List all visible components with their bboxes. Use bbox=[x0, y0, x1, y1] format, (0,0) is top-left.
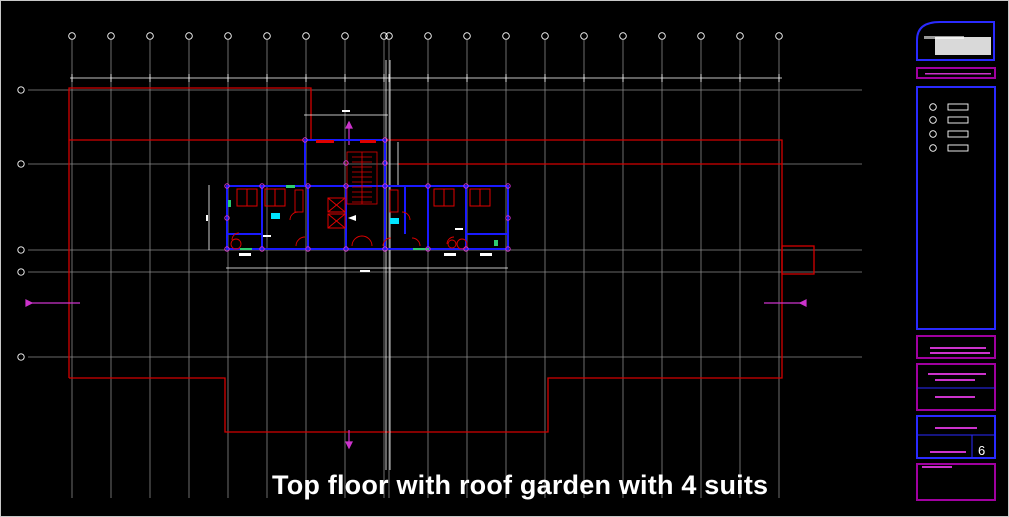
grid-bubbles-left bbox=[17, 86, 25, 361]
grid-bubble-icon bbox=[302, 32, 310, 40]
grid-bubble-icon bbox=[185, 32, 193, 40]
grid-bubble-icon bbox=[385, 32, 393, 40]
grid-bubble-icon bbox=[224, 32, 232, 40]
grid-bubble-icon bbox=[658, 32, 666, 40]
sheet-number: 6 bbox=[978, 443, 986, 458]
notes-box bbox=[916, 463, 996, 501]
grid-bubble-icon bbox=[775, 32, 783, 40]
grid-bubble-icon bbox=[17, 160, 25, 168]
section-marker-icon bbox=[345, 120, 353, 129]
roof-boundary bbox=[68, 87, 815, 433]
grid-bubble-icon bbox=[697, 32, 705, 40]
top-dimension-line bbox=[70, 74, 782, 82]
title-block-text-lines bbox=[922, 73, 991, 468]
fixtures bbox=[228, 140, 498, 250]
beds bbox=[236, 188, 491, 207]
section-marker-icon bbox=[345, 441, 353, 450]
grid-bubble-icon bbox=[107, 32, 115, 40]
building-dimensions bbox=[208, 60, 508, 470]
grid-bubble-icon bbox=[341, 32, 349, 40]
grid-bubble-icon bbox=[463, 32, 471, 40]
section-marker-icon bbox=[798, 299, 807, 307]
logo-hatch bbox=[935, 37, 991, 55]
grid-bubble-icon bbox=[146, 32, 154, 40]
grid-bubble-icon bbox=[17, 246, 25, 254]
grid-bubble-icon bbox=[424, 32, 432, 40]
grid-bubble-icon bbox=[17, 86, 25, 94]
staircase bbox=[346, 151, 378, 205]
project-box bbox=[916, 363, 996, 411]
floor-plan[interactable] bbox=[206, 110, 511, 272]
grid-bubble-icon bbox=[263, 32, 271, 40]
vertical-grid-lines bbox=[71, 40, 780, 498]
grid-bubble-icon bbox=[736, 32, 744, 40]
section-markers bbox=[25, 120, 807, 450]
legend-symbols bbox=[929, 103, 969, 152]
grid-bubbles-top bbox=[68, 32, 783, 40]
section-marker-icon bbox=[25, 299, 34, 307]
drawing-caption: Top floor with roof garden with 4 suits bbox=[272, 470, 769, 500]
grid-bubble-icon bbox=[17, 353, 25, 361]
doors bbox=[230, 189, 468, 250]
title-block[interactable] bbox=[916, 21, 996, 501]
horizontal-grid-lines bbox=[28, 89, 862, 358]
grid-bubble-icon bbox=[619, 32, 627, 40]
grid-bubble-icon bbox=[541, 32, 549, 40]
grid-bubble-icon bbox=[502, 32, 510, 40]
grid-bubble-icon bbox=[580, 32, 588, 40]
grid-bubble-icon bbox=[17, 268, 25, 276]
elevator bbox=[327, 197, 346, 229]
grid-bubble-icon bbox=[68, 32, 76, 40]
cad-drawing-canvas[interactable] bbox=[0, 0, 1009, 517]
